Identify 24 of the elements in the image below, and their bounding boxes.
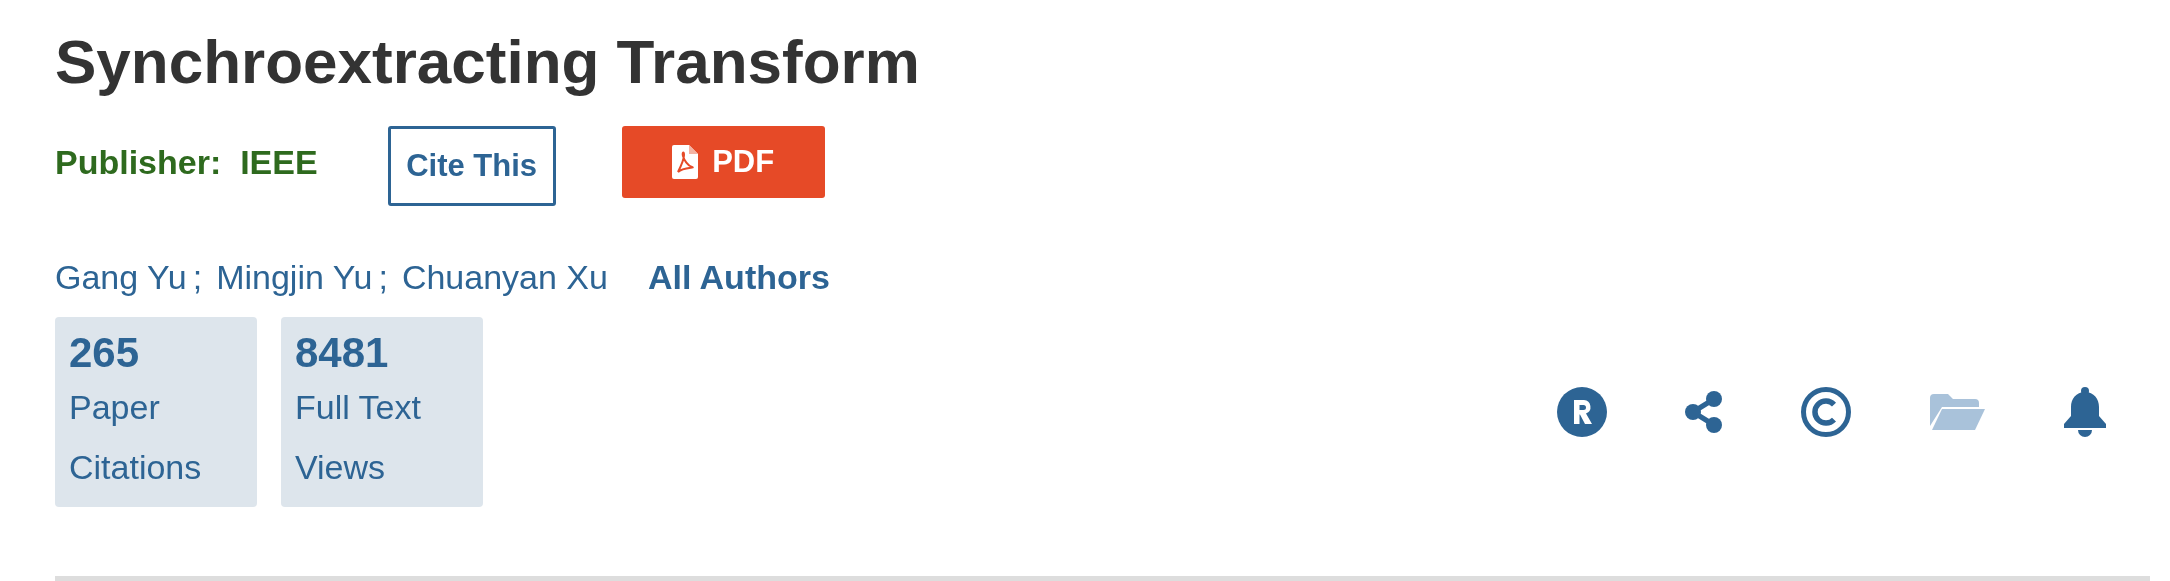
bell-icon bbox=[2062, 386, 2108, 438]
share-icon bbox=[1684, 390, 1724, 434]
separator: ; bbox=[192, 258, 203, 297]
all-authors-link[interactable]: All Authors bbox=[647, 258, 830, 297]
copyright-icon bbox=[1800, 386, 1852, 438]
metric-value: 265 bbox=[69, 329, 140, 377]
paper-title: Synchroextracting Transform bbox=[55, 26, 921, 98]
copyright-button[interactable] bbox=[1800, 386, 1852, 438]
author-link[interactable]: Gang Yu bbox=[55, 258, 187, 297]
cite-button[interactable]: Cite This bbox=[387, 126, 556, 206]
publisher-label: Publisher: IEEE bbox=[55, 142, 318, 182]
metric-value: 8481 bbox=[295, 329, 389, 377]
author-link[interactable]: Mingjin Yu bbox=[216, 258, 373, 297]
pdf-file-icon bbox=[672, 145, 699, 179]
separator: ; bbox=[378, 258, 388, 297]
pdf-button[interactable]: PDF bbox=[621, 126, 825, 198]
author-link[interactable]: Chuanyan Xu bbox=[401, 258, 608, 297]
share-button[interactable] bbox=[1684, 390, 1724, 434]
registered-icon bbox=[1556, 386, 1608, 438]
metric-label: Paper Citations bbox=[69, 387, 203, 488]
metric-label: Full Text Views bbox=[295, 387, 422, 488]
alert-button[interactable] bbox=[2062, 386, 2108, 438]
rights-button[interactable] bbox=[1556, 386, 1608, 438]
folder-icon bbox=[1928, 392, 1986, 432]
